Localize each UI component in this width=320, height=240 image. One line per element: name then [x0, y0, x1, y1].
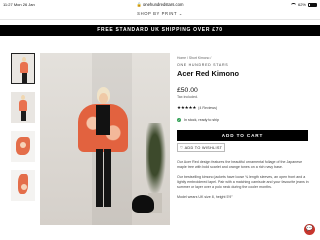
shop-by-print-menu[interactable]: SHOP BY PRINT ⌄: [0, 11, 320, 16]
status-right: 62%: [290, 0, 317, 9]
battery-percent: 62%: [297, 2, 306, 7]
heart-icon: ♡: [179, 146, 184, 150]
status-bar: 11:27 Mon 26 Jan 🔒 onehundredstars.com 6…: [0, 0, 320, 9]
site-header: SHOP BY PRINT ⌄: [0, 9, 320, 20]
thumbnail-3[interactable]: [11, 131, 35, 162]
chat-button[interactable]: 💬: [304, 224, 315, 235]
add-to-cart-button[interactable]: ADD TO CART: [177, 130, 308, 141]
thumbnail-1[interactable]: [11, 53, 35, 84]
star-rating-icon: ★★★★★: [177, 105, 197, 110]
wifi-icon: [290, 2, 296, 7]
battery-icon: [308, 2, 317, 7]
review-count[interactable]: (4 Reviews): [198, 106, 217, 110]
description-paragraph: Our bestselling kimono jackets have loos…: [177, 175, 309, 189]
product-description: Our Acer Red design features the beautif…: [177, 160, 309, 200]
thumbnail-gallery: [11, 53, 36, 209]
lock-icon: 🔒: [136, 2, 142, 7]
address-bar[interactable]: 🔒 onehundredstars.com: [0, 0, 320, 9]
product-title: Acer Red Kimono: [177, 69, 240, 78]
breadcrumb[interactable]: Home / Short Kimono /: [177, 56, 309, 60]
description-paragraph: Our Acer Red design features the beautif…: [177, 160, 303, 169]
promo-banner[interactable]: FREE STANDARD UK SHIPPING OVER £70: [0, 25, 320, 36]
thumbnail-4[interactable]: [11, 170, 35, 201]
add-to-wishlist-button[interactable]: ♡ ADD TO WISHLIST: [177, 143, 225, 152]
rating[interactable]: ★★★★★ (4 Reviews): [177, 105, 309, 111]
product-info: Home / Short Kimono / ONE HUNDRED STARS …: [177, 56, 309, 200]
tax-note: Tax included.: [177, 95, 198, 99]
chevron-down-icon: ⌄: [178, 11, 183, 16]
chat-icon: 💬: [305, 226, 314, 232]
thumbnail-2[interactable]: [11, 92, 35, 123]
description-paragraph: Model wears UK size 8, height 5'9": [177, 195, 233, 199]
stock-status: ✓ In stock, ready to ship: [177, 118, 219, 122]
product-price: £50.00: [177, 87, 198, 94]
product-main-image[interactable]: [40, 53, 170, 225]
check-circle-icon: ✓: [177, 118, 181, 122]
brand-name: ONE HUNDRED STARS: [177, 63, 229, 67]
